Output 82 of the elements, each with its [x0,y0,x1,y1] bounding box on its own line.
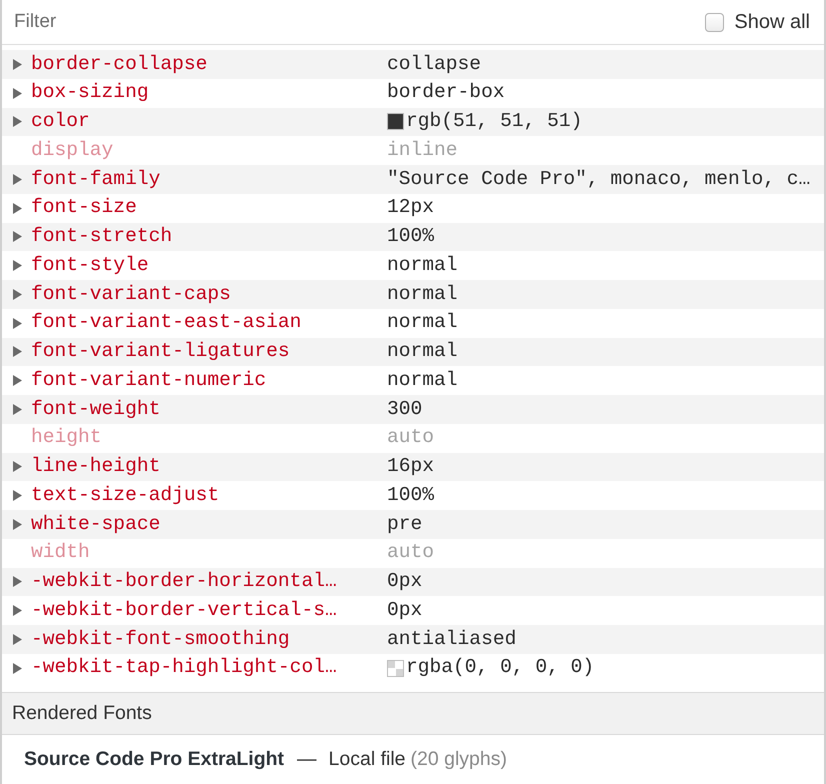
property-name: -webkit-border-vertical-s… [31,598,338,623]
expand-triangle-icon[interactable] [13,260,22,272]
property-row[interactable]: font-family "Source Code Pro", monaco, menlo, c… [2,165,824,194]
expand-triangle-icon[interactable] [13,404,22,415]
property-value: normal [387,252,458,278]
property-row[interactable]: line-height 16px [2,452,824,482]
property-name: text-size-adjust [31,482,220,508]
property-row[interactable]: font-variant-ligatures normal [2,338,824,366]
property-row[interactable]: white-space pre [2,510,824,539]
property-value: 0px [387,569,422,594]
property-value: normal [387,310,458,336]
property-row[interactable]: font-weight 300 [2,395,824,424]
expand-triangle-icon[interactable] [13,490,22,502]
property-name: font-style [31,252,150,278]
property-name: color [31,109,91,134]
show-all-label[interactable]: Show all [734,7,810,37]
property-value: auto [387,425,434,450]
property-name: white-space [31,512,162,537]
property-name: -webkit-font-smoothing [31,626,291,652]
property-value: auto [387,540,434,566]
separator-dash: — [297,746,317,772]
property-value: antialiased [387,626,516,652]
property-name: -webkit-border-horizontal… [31,569,338,594]
expand-triangle-icon[interactable] [13,318,22,329]
expand-triangle-icon[interactable] [13,375,22,386]
property-name: font-variant-ligatures [31,339,291,364]
property-name: font-stretch [31,224,174,250]
property-name: font-size [31,195,138,220]
expand-triangle-icon[interactable] [13,231,22,242]
property-value: pre [387,512,422,537]
property-value: rgba(0, 0, 0, 0) [406,655,594,680]
glyph-count: (20 glyphs) [410,746,507,772]
filter-field[interactable]: Filter [14,7,706,37]
expand-triangle-icon[interactable] [13,634,22,645]
property-name: font-variant-numeric [31,368,268,393]
property-value: collapse [387,52,482,77]
expand-triangle-icon[interactable] [13,88,22,99]
expand-triangle-icon[interactable] [13,576,22,588]
property-value: normal [387,368,458,393]
section-header[interactable]: Rendered Fonts [2,693,824,735]
property-value: 16px [387,454,434,480]
property-value: 100% [387,224,434,250]
property-name: display [31,138,114,163]
show-all-checkbox[interactable] [705,12,724,32]
property-value: 0px [387,598,422,623]
property-name: border-collapse [31,52,208,77]
property-name: font-variant-caps [31,282,232,307]
font-name: Source Code Pro ExtraLight [24,746,284,772]
property-value: rgb(51, 51, 51) [406,109,582,134]
expand-triangle-icon[interactable] [13,174,22,185]
expand-triangle-icon[interactable] [13,116,22,128]
property-name: font-variant-east-asian [31,310,302,336]
expand-triangle-icon[interactable] [13,461,22,472]
property-row[interactable]: font-variant-caps normal [2,280,824,309]
expand-triangle-icon[interactable] [13,605,22,616]
expand-triangle-icon[interactable] [13,662,22,674]
property-name: line-height [31,454,162,480]
property-value: "Source Code Pro", monaco, menlo, c… [387,166,810,192]
property-name: -webkit-tap-highlight-col… [31,655,338,680]
expand-triangle-icon[interactable] [13,346,22,358]
expand-triangle-icon[interactable] [13,288,22,300]
font-source: Local file [328,746,406,772]
property-row[interactable]: color rgb(51, 51, 51) [2,108,824,136]
property-row[interactable]: border-collapse collapse [2,50,824,79]
property-value: 12px [387,195,434,220]
expand-triangle-icon[interactable] [13,518,22,530]
expand-triangle-icon[interactable] [13,202,22,214]
property-name: font-family [31,166,162,192]
property-row[interactable]: -webkit-border-horizontal… 0px [2,568,824,596]
property-name: width [31,540,91,566]
property-value: inline [387,138,458,163]
property-value: normal [387,282,458,307]
property-name: font-weight [31,396,162,422]
property-row[interactable]: -webkit-font-smoothing antialiased [2,625,824,654]
property-row[interactable]: font-stretch 100% [2,222,824,252]
expand-triangle-icon[interactable] [13,58,22,70]
property-name: box-sizing [31,80,150,106]
property-value: border-box [387,80,505,106]
property-name: height [31,425,103,450]
property-value: 100% [387,482,434,508]
property-value: normal [387,339,458,364]
property-value: 300 [387,396,422,422]
